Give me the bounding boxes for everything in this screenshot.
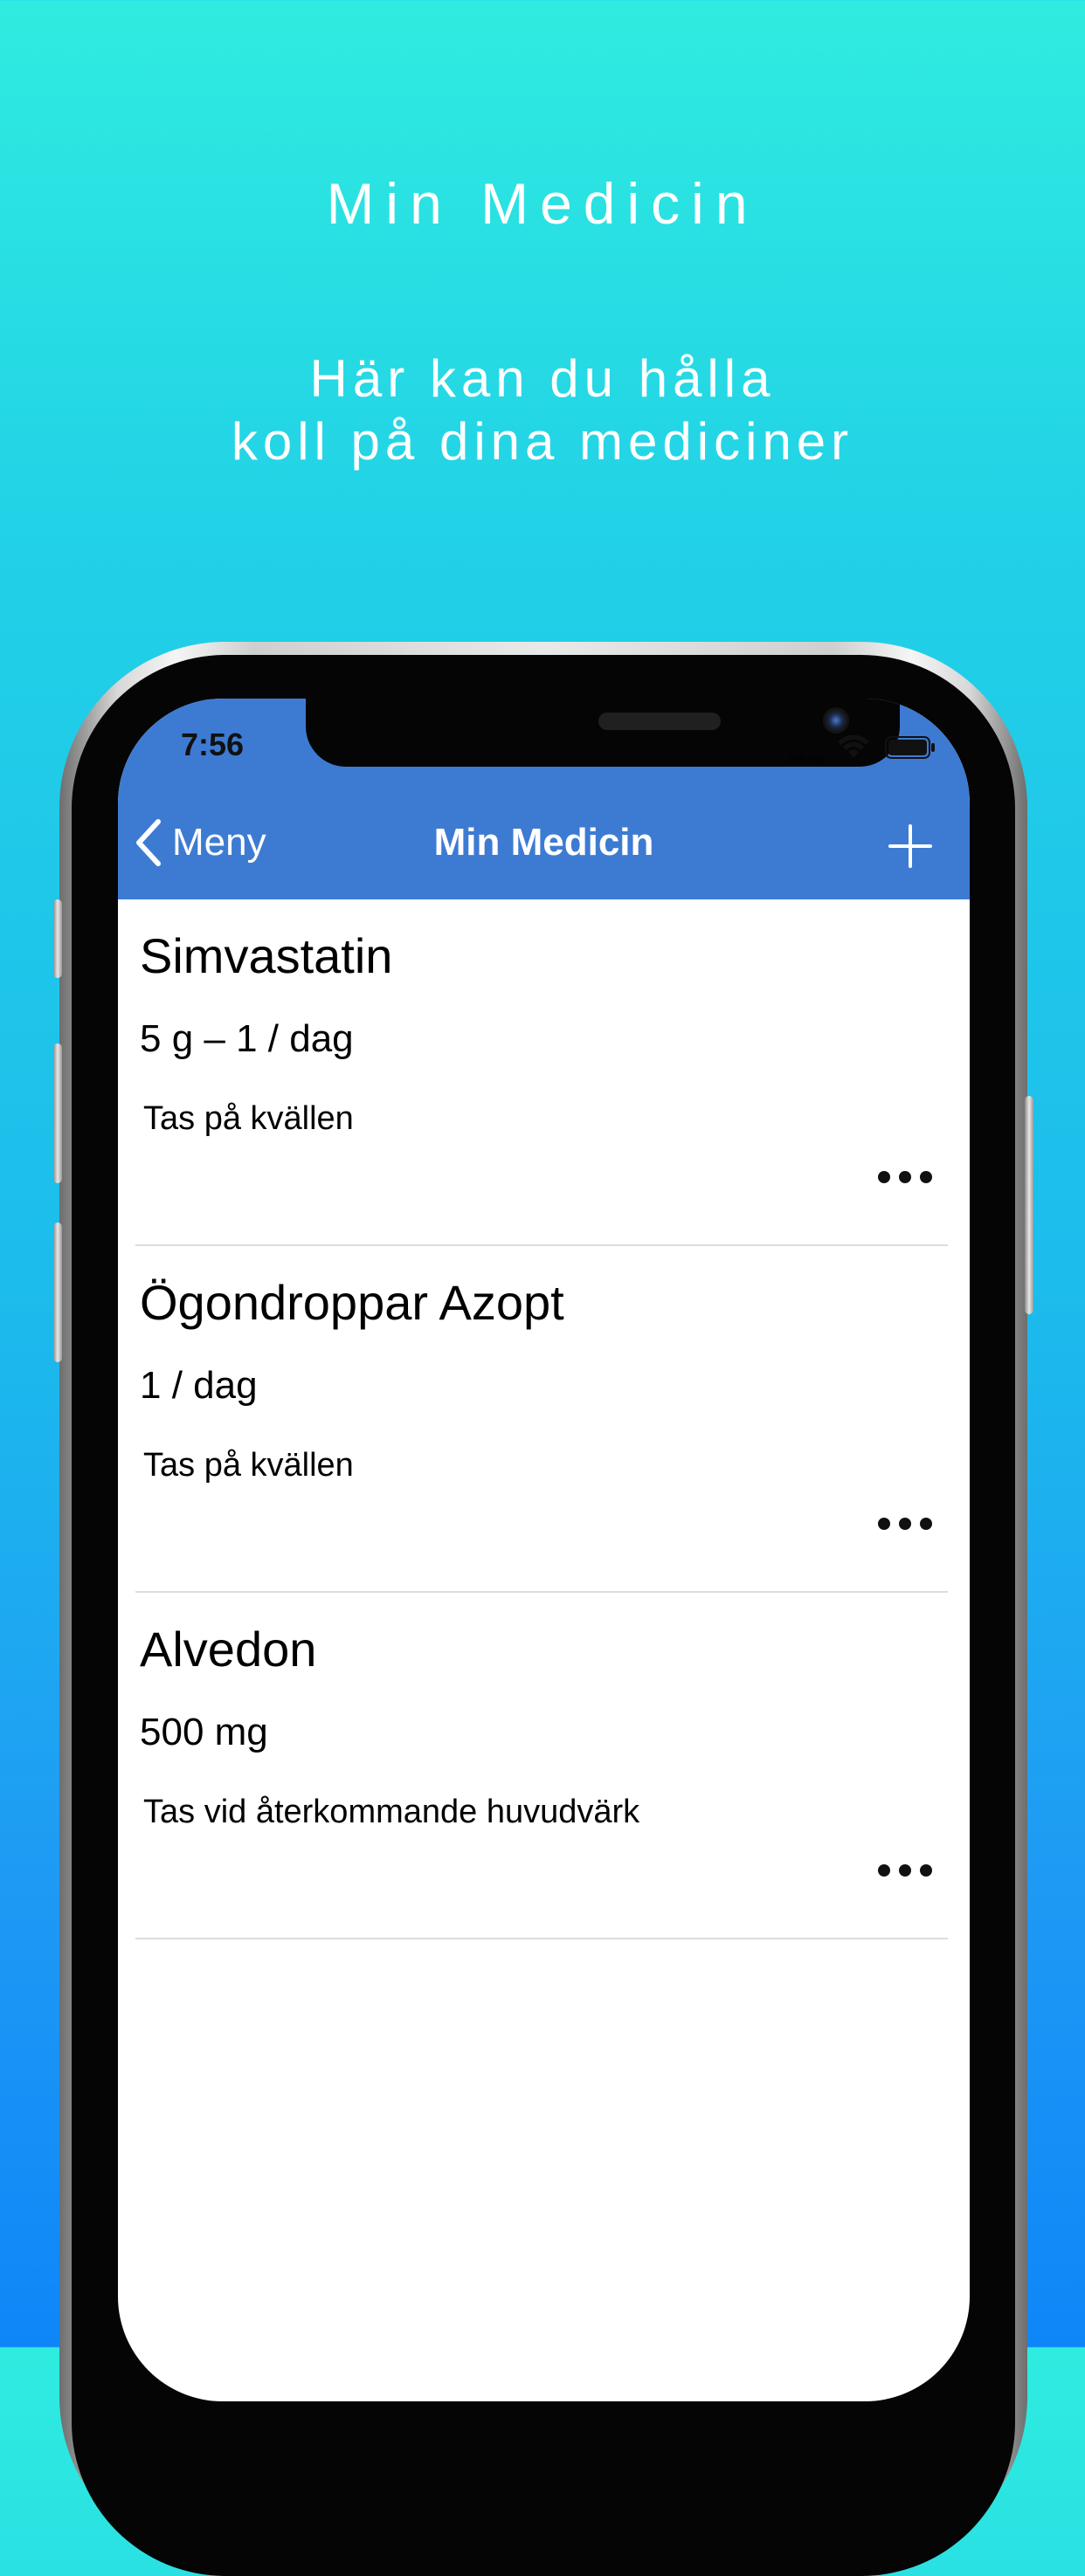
medicine-dose: 500 mg <box>140 1711 268 1753</box>
medicine-note: Tas på kvällen <box>143 1447 354 1484</box>
more-options-button[interactable] <box>876 1855 934 1886</box>
medicine-item[interactable]: Ögondroppar Azopt 1 / dag Tas på kvällen <box>135 1246 948 1593</box>
medicine-name: Ögondroppar Azopt <box>140 1275 564 1330</box>
front-camera <box>823 707 849 734</box>
plus-icon[interactable] <box>887 823 934 870</box>
status-time: 7:56 <box>181 727 245 762</box>
medicine-note: Tas på kvällen <box>143 1100 354 1137</box>
promo-subtitle-line1: Här kan du hålla <box>309 349 776 408</box>
medicine-note: Tas vid återkommande huvudvärk <box>143 1794 640 1830</box>
medicine-item[interactable]: Alvedon 500 mg Tas vid återkommande huvu… <box>135 1593 948 1939</box>
side-button-volume-down <box>53 1223 62 1362</box>
more-options-button[interactable] <box>876 1161 934 1193</box>
side-button-mute <box>53 899 62 978</box>
phone-screen: 7:56 Meny Min Medicin Simvastatin 5 g – … <box>118 699 970 2401</box>
promo-subtitle-line2: koll på dina mediciner <box>231 412 854 471</box>
medicine-dose: 1 / dag <box>140 1364 258 1407</box>
more-options-button[interactable] <box>876 1508 934 1539</box>
notch-speaker <box>598 713 721 730</box>
side-button-power <box>1025 1096 1033 1314</box>
more-horizontal-icon <box>878 1518 932 1530</box>
cellular-signal-icon <box>789 751 833 762</box>
promo-subtitle: Här kan du hålla koll på dina mediciner <box>0 348 1085 473</box>
medicine-name: Alvedon <box>140 1622 317 1677</box>
medicine-list: Simvastatin 5 g – 1 / dag Tas på kvällen… <box>118 899 970 1939</box>
side-button-volume-up <box>53 1043 62 1183</box>
navigation-bar: 7:56 Meny Min Medicin <box>118 699 970 899</box>
nav-title: Min Medicin <box>433 821 654 864</box>
wifi-icon <box>838 734 869 758</box>
medicine-name: Simvastatin <box>140 928 393 983</box>
medicine-dose: 5 g – 1 / dag <box>140 1017 354 1060</box>
battery-icon <box>885 736 935 759</box>
more-horizontal-icon <box>878 1171 932 1183</box>
more-horizontal-icon <box>878 1864 932 1877</box>
promo-title: Min Medicin <box>326 171 759 236</box>
medicine-item[interactable]: Simvastatin 5 g – 1 / dag Tas på kvällen <box>135 899 948 1246</box>
